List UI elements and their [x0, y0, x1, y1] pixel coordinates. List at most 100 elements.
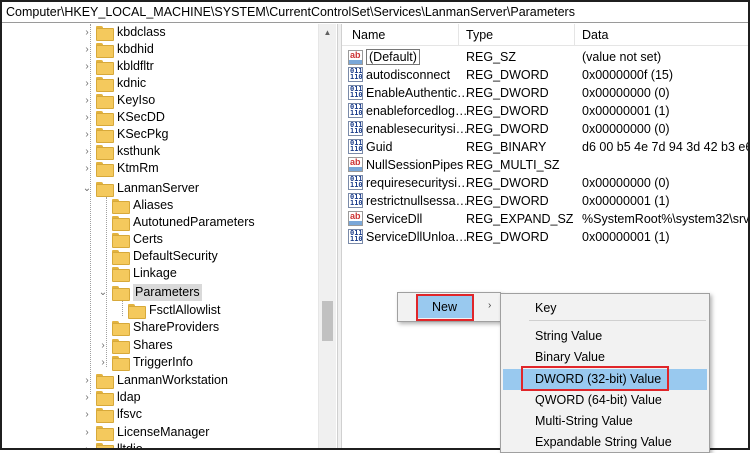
- string-value-icon: ab: [348, 211, 363, 226]
- value-row[interactable]: ab (Default) REG_SZ (value not set): [342, 48, 748, 66]
- tree-connector: [122, 299, 123, 316]
- value-name: (Default): [366, 49, 420, 65]
- tree-item[interactable]: ShareProviders: [112, 319, 219, 336]
- scroll-thumb[interactable]: [322, 301, 333, 341]
- expand-arrow-icon[interactable]: ›: [82, 143, 92, 160]
- menu-item-binary-value[interactable]: Binary Value: [535, 350, 605, 364]
- expand-arrow-icon[interactable]: ›: [82, 92, 92, 109]
- tree-item[interactable]: AutotunedParameters: [112, 214, 255, 231]
- value-row[interactable]: 011 110 enablesecuritysi… REG_DWORD 0x0000…: [342, 120, 748, 138]
- tree-item[interactable]: › TriggerInfo: [98, 354, 193, 371]
- folder-icon: [96, 374, 114, 389]
- tree-item-label: KtmRm: [117, 161, 159, 175]
- tree-item[interactable]: Certs: [112, 231, 163, 248]
- tree-scrollbar[interactable]: ▲: [318, 24, 336, 448]
- tree-item[interactable]: DefaultSecurity: [112, 248, 218, 265]
- menu-item-expandable-string-value[interactable]: Expandable String Value: [535, 435, 672, 449]
- value-row[interactable]: 011 110 autodisconnect REG_DWORD 0x0000000…: [342, 66, 748, 84]
- tree-item[interactable]: › kbdclass: [82, 24, 166, 41]
- tree-item[interactable]: › KtmRm: [82, 160, 159, 177]
- scroll-up-arrow-icon[interactable]: ▲: [319, 24, 336, 41]
- value-row[interactable]: ab ServiceDll REG_EXPAND_SZ %SystemRoot%\…: [342, 210, 748, 228]
- expand-arrow-icon[interactable]: ›: [82, 126, 92, 143]
- tree-item-label: kbldfltr: [117, 59, 154, 73]
- expand-arrow-icon[interactable]: ›: [82, 160, 92, 177]
- tree-item[interactable]: › Shares: [98, 337, 173, 354]
- tree-item[interactable]: Linkage: [112, 265, 177, 282]
- column-separator[interactable]: [574, 24, 575, 46]
- value-row[interactable]: 011 110 requiresecuritysi… REG_DWORD 0x000…: [342, 174, 748, 192]
- expand-arrow-icon[interactable]: ›: [82, 424, 92, 441]
- tree-item[interactable]: › kbldfltr: [82, 58, 154, 75]
- value-type: REG_DWORD: [466, 122, 549, 136]
- expand-arrow-icon[interactable]: ›: [98, 354, 108, 371]
- folder-icon: [96, 43, 114, 58]
- address-bar[interactable]: Computer\HKEY_LOCAL_MACHINE\SYSTEM\Curre…: [2, 2, 748, 23]
- tree-item[interactable]: › lltdio: [82, 441, 143, 448]
- menu-item-string-value[interactable]: String Value: [535, 329, 602, 343]
- tree-item[interactable]: › LanmanWorkstation: [82, 372, 228, 389]
- value-row[interactable]: 011 110 Guid REG_BINARY d6 00 b5 4e 7d 94 …: [342, 138, 748, 156]
- tree-item[interactable]: › lfsvc: [82, 406, 142, 423]
- collapse-arrow-icon[interactable]: ⌄: [98, 284, 108, 301]
- value-row[interactable]: 011 110 restrictnullsessa… REG_DWORD 0x000…: [342, 192, 748, 210]
- tree-item[interactable]: FsctlAllowlist: [128, 302, 221, 319]
- folder-icon: [96, 26, 114, 41]
- tree-item-label: LanmanWorkstation: [117, 373, 228, 387]
- tree-item[interactable]: › KSecDD: [82, 109, 165, 126]
- value-type: REG_DWORD: [466, 230, 549, 244]
- tree-item[interactable]: › KSecPkg: [82, 126, 168, 143]
- value-row[interactable]: 011 110 EnableAuthentic… REG_DWORD 0x00000…: [342, 84, 748, 102]
- tree-item[interactable]: › kdnic: [82, 75, 146, 92]
- value-row[interactable]: 011 110 ServiceDllUnloa… REG_DWORD 0x00000…: [342, 228, 748, 246]
- value-data: d6 00 b5 4e 7d 94 3d 42 b3 e6 c5 7: [582, 140, 748, 154]
- value-name: enablesecuritysi…: [366, 121, 469, 136]
- column-header-name[interactable]: Name: [352, 28, 385, 42]
- expand-arrow-icon[interactable]: ›: [82, 441, 92, 448]
- binary-value-icon: 011 110: [348, 175, 363, 190]
- expand-arrow-icon[interactable]: ›: [82, 41, 92, 58]
- tree-item-label: DefaultSecurity: [133, 249, 218, 263]
- tree-item-label: ldap: [117, 390, 141, 404]
- menu-item-qword-value[interactable]: QWORD (64-bit) Value: [535, 393, 662, 407]
- tree-item-label: Certs: [133, 232, 163, 246]
- folder-icon: [112, 233, 130, 248]
- folder-icon: [96, 111, 114, 126]
- expand-arrow-icon[interactable]: ›: [82, 24, 92, 41]
- value-name: requiresecuritysi…: [366, 175, 470, 190]
- value-data: 0x00000000 (0): [582, 176, 670, 190]
- column-header-data[interactable]: Data: [582, 28, 608, 42]
- folder-icon: [96, 128, 114, 143]
- expand-arrow-icon[interactable]: ›: [82, 75, 92, 92]
- expand-arrow-icon[interactable]: ›: [82, 389, 92, 406]
- column-header-type[interactable]: Type: [466, 28, 493, 42]
- tree-item-lanmanserver[interactable]: ⌄ LanmanServer: [82, 180, 199, 197]
- tree-item[interactable]: › LicenseManager: [82, 424, 209, 441]
- expand-arrow-icon[interactable]: ›: [82, 372, 92, 389]
- value-type: REG_SZ: [466, 50, 517, 64]
- tree-item[interactable]: Aliases: [112, 197, 173, 214]
- menu-item-multi-string-value[interactable]: Multi-String Value: [535, 414, 633, 428]
- column-separator[interactable]: [458, 24, 459, 46]
- expand-arrow-icon[interactable]: ›: [82, 58, 92, 75]
- folder-icon: [112, 250, 130, 265]
- value-name: EnableAuthentic…: [366, 85, 470, 100]
- expand-arrow-icon[interactable]: ›: [98, 337, 108, 354]
- tree-item[interactable]: › kbdhid: [82, 41, 154, 58]
- expand-arrow-icon[interactable]: ›: [82, 406, 92, 423]
- folder-icon: [96, 426, 114, 441]
- tree-item[interactable]: › ksthunk: [82, 143, 160, 160]
- menu-item-key[interactable]: Key: [535, 301, 557, 315]
- value-name: restrictnullsessa…: [366, 193, 469, 208]
- tree-item-label: KSecPkg: [117, 127, 169, 141]
- value-name: autodisconnect: [366, 67, 451, 82]
- value-row[interactable]: ab NullSessionPipes REG_MULTI_SZ: [342, 156, 748, 174]
- tree-item[interactable]: › ldap: [82, 389, 141, 406]
- value-row[interactable]: 011 110 enableforcedlog… REG_DWORD 0x00000…: [342, 102, 748, 120]
- collapse-arrow-icon[interactable]: ⌄: [82, 180, 92, 197]
- tree-item[interactable]: › KeyIso: [82, 92, 155, 109]
- expand-arrow-icon[interactable]: ›: [82, 109, 92, 126]
- tree-item-parameters-selected[interactable]: ⌄ Parameters: [98, 284, 202, 301]
- value-data: 0x00000001 (1): [582, 104, 670, 118]
- binary-value-icon: 011 110: [348, 229, 363, 244]
